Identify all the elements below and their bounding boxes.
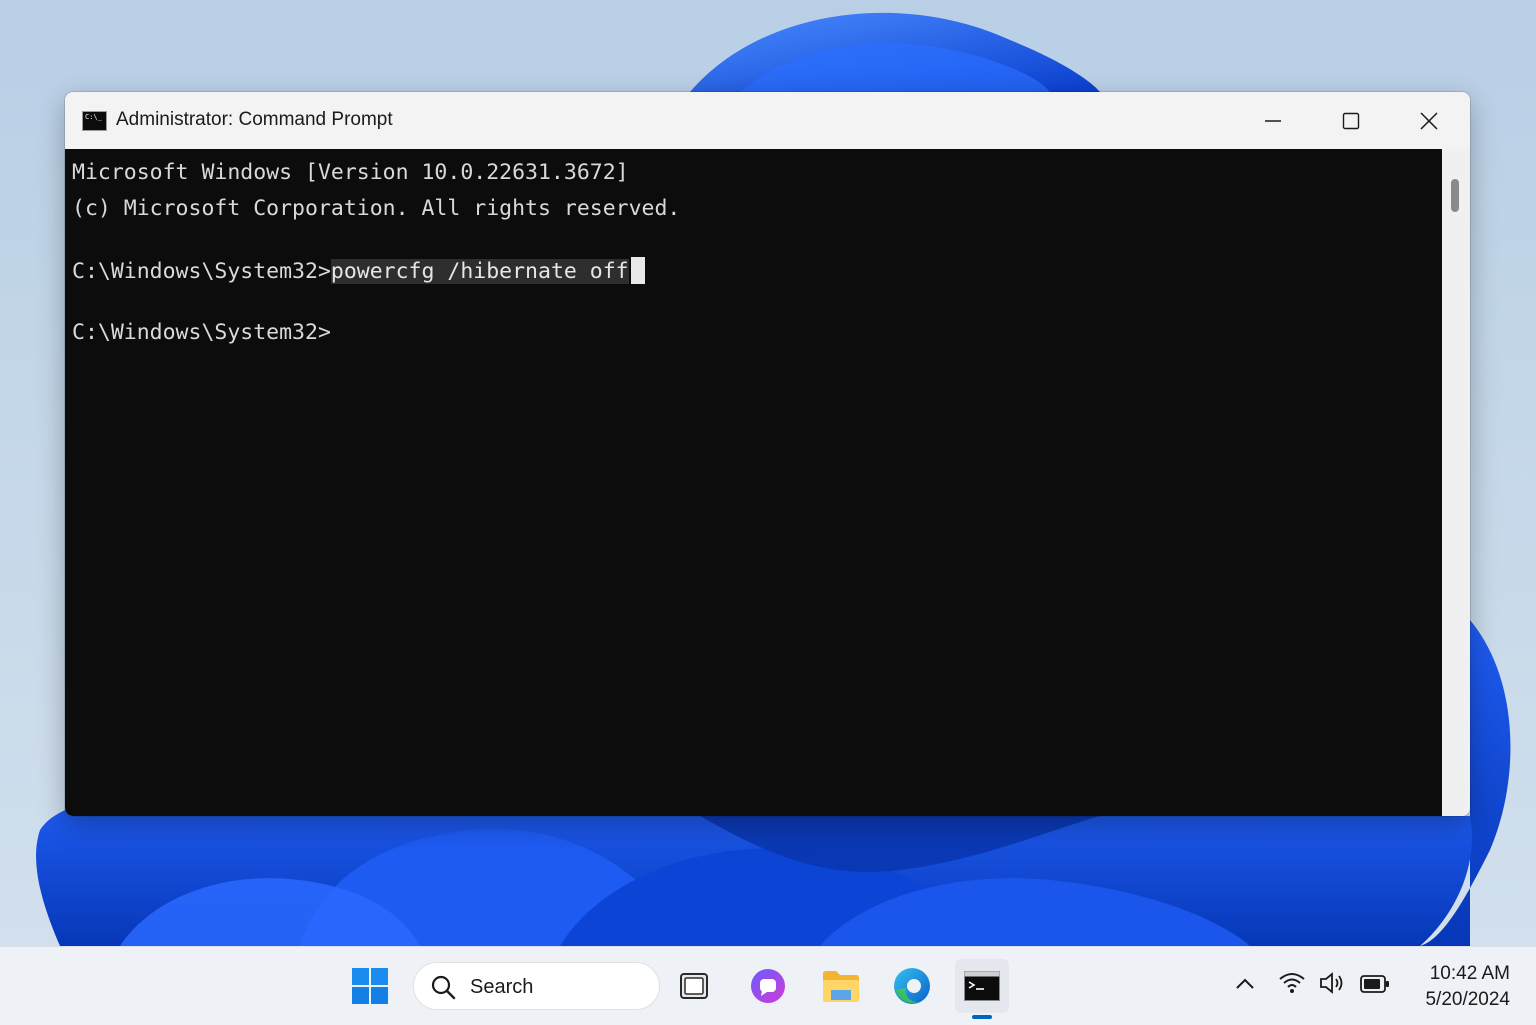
command-prompt-window[interactable]: C:\_ Administrator: Command Prompt Micro… — [65, 92, 1470, 816]
console-line-version: Microsoft Windows [Version 10.0.22631.36… — [72, 160, 629, 185]
minimize-button[interactable] — [1234, 92, 1312, 149]
cmd-icon: C:\_ — [82, 111, 107, 131]
wifi-icon[interactable] — [1278, 971, 1306, 995]
console-line-copyright: (c) Microsoft Corporation. All rights re… — [72, 196, 681, 221]
copilot-icon — [751, 969, 785, 1003]
close-button[interactable] — [1390, 92, 1468, 149]
text-cursor — [630, 257, 645, 284]
console-command-text[interactable]: powercfg /hibernate off — [330, 259, 629, 284]
task-view-icon — [680, 973, 708, 999]
edge-button[interactable] — [885, 959, 939, 1013]
edge-icon — [894, 968, 930, 1004]
title-bar[interactable]: C:\_ Administrator: Command Prompt — [65, 92, 1470, 149]
file-explorer-icon — [823, 971, 859, 1002]
console-prompt: C:\Windows\System32> — [72, 259, 331, 284]
maximize-button[interactable] — [1312, 92, 1390, 149]
taskbar-command-prompt[interactable] — [955, 959, 1009, 1013]
scrollbar-thumb[interactable] — [1451, 179, 1459, 212]
console-command-line: C:\Windows\System32>powercfg /hibernate … — [72, 257, 645, 286]
close-icon — [1420, 111, 1438, 130]
active-app-indicator — [972, 1015, 992, 1019]
system-clock[interactable]: 10:42 AM 5/20/2024 — [1400, 961, 1510, 1013]
windows-start-icon — [352, 968, 388, 1004]
clock-date: 5/20/2024 — [1425, 989, 1510, 1010]
console-prompt-current[interactable]: C:\Windows\System32> — [72, 319, 331, 347]
taskbar-search-box[interactable]: Search — [413, 962, 660, 1010]
clock-time: 10:42 AM — [1429, 963, 1510, 984]
window-title: Administrator: Command Prompt — [116, 109, 393, 130]
battery-icon[interactable] — [1360, 975, 1390, 993]
search-label: Search — [470, 976, 534, 998]
search-icon — [431, 975, 456, 1000]
volume-icon[interactable] — [1318, 971, 1346, 995]
start-button[interactable] — [343, 959, 397, 1013]
command-prompt-icon — [964, 971, 1000, 1001]
taskbar: Search 10:42 AM 5/20/2024 — [0, 946, 1536, 1025]
vertical-scrollbar[interactable] — [1442, 149, 1470, 816]
chevron-up-icon[interactable] — [1234, 973, 1256, 995]
maximize-icon — [1342, 112, 1360, 129]
task-view-button[interactable] — [667, 959, 721, 1013]
minimize-icon — [1265, 119, 1281, 122]
copilot-button[interactable] — [741, 959, 795, 1013]
console-output-area[interactable]: Microsoft Windows [Version 10.0.22631.36… — [65, 149, 1442, 816]
file-explorer-button[interactable] — [814, 959, 868, 1013]
